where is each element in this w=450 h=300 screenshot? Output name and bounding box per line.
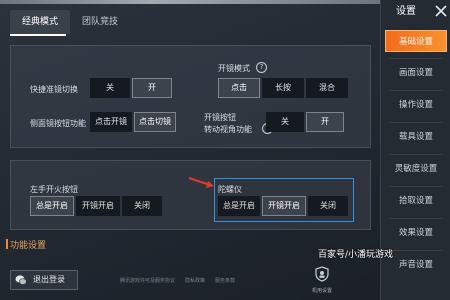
scope-mode-hold-button[interactable]: 长按	[262, 78, 304, 98]
sidebar-item-sensitivity[interactable]: 灵敏度设置	[385, 158, 447, 180]
device-settings-button[interactable]: 机用设置	[309, 266, 335, 294]
shield-icon	[315, 266, 329, 282]
device-settings-label: 机用设置	[311, 288, 332, 294]
active-tab-indicator	[10, 34, 66, 36]
gyro-off-button[interactable]: 关闭	[308, 196, 348, 216]
left-fire-always-button[interactable]: 总是开启	[30, 196, 74, 216]
sidebar-item-controls[interactable]: 操作设置	[385, 94, 447, 116]
left-fire-off-button[interactable]: 关闭	[122, 196, 162, 216]
terms-link[interactable]: 腾讯游戏许可及服务协议	[120, 277, 175, 284]
mode-tabs: 经典模式 团队竞技	[10, 10, 130, 34]
sidebar-divider	[389, 58, 443, 59]
watermark-text: 百家号/小潘玩游戏	[318, 250, 394, 260]
gyro-selector: 总是开启 开镜开启 关闭	[218, 196, 348, 216]
scope-turn-toggle: 关 开	[266, 112, 344, 132]
top-divider	[0, 0, 380, 4]
scope-mode-mixed-button[interactable]: 混合	[306, 78, 348, 98]
sidebar-item-pickup[interactable]: 拾取设置	[385, 190, 447, 212]
tab-classic-mode[interactable]: 经典模式	[10, 10, 71, 34]
sidebar-item-sound[interactable]: 声音设置	[385, 254, 447, 276]
scope-mode-selector: 点击 长按 混合	[218, 78, 348, 98]
sidebar-item-effects[interactable]: 效果设置	[385, 222, 447, 244]
privacy-link[interactable]: 隐私政策	[185, 277, 205, 284]
sidebar-divider	[389, 186, 443, 187]
scope-turn-label-line1: 开镜按钮	[204, 113, 236, 122]
service-terms-link[interactable]: 服务条款	[215, 277, 235, 284]
quick-scope-on-button[interactable]: 开	[132, 78, 172, 98]
scope-mode-help-icon[interactable]: ?	[256, 62, 267, 73]
sidebar-divider	[389, 90, 443, 91]
quick-scope-off-button[interactable]: 关	[90, 78, 130, 98]
gyro-label: 陀螺仪	[218, 185, 242, 194]
side-scope-label: 侧面镜按钮功能	[30, 119, 86, 128]
gyro-always-button[interactable]: 总是开启	[218, 196, 260, 216]
sidebar-divider	[389, 154, 443, 155]
tab-team-deathmatch[interactable]: 团队竞技	[70, 10, 130, 34]
section-marker	[6, 239, 8, 249]
left-fire-selector: 总是开启 开镜开启 关闭	[30, 196, 162, 216]
scope-mode-label: 开镜模式	[218, 64, 250, 73]
close-icon[interactable]	[433, 3, 449, 19]
scope-turn-off-button[interactable]: 关	[266, 112, 304, 132]
scope-mode-click-button[interactable]: 点击	[218, 78, 260, 98]
sidebar-divider	[389, 218, 443, 219]
quick-scope-toggle: 关 开	[90, 78, 172, 98]
quick-scope-label: 快捷准镜切换	[30, 85, 78, 94]
sidebar-item-vehicle[interactable]: 载具设置	[385, 126, 447, 148]
left-fire-label: 左手开火按钮	[30, 185, 78, 194]
side-scope-click-switch-button[interactable]: 点击切镜	[134, 112, 176, 132]
sidebar-divider	[389, 122, 443, 123]
function-settings-title: 功能设置	[10, 241, 47, 251]
sidebar-divider	[389, 250, 443, 251]
wechat-icon	[15, 275, 27, 285]
gyro-scope-button[interactable]: 开镜开启	[262, 196, 306, 216]
scope-turn-on-button[interactable]: 开	[306, 112, 344, 132]
sidebar-item-graphics[interactable]: 画面设置	[385, 62, 447, 84]
side-scope-click-open-button[interactable]: 点击开镜	[90, 112, 132, 132]
scope-turn-label-line2: 转动视角功能	[204, 125, 252, 134]
left-fire-scope-button[interactable]: 开镜开启	[76, 196, 120, 216]
side-scope-toggle: 点击开镜 点击切镜	[90, 112, 176, 132]
red-arrow-icon	[188, 177, 214, 188]
footer-links: 腾讯游戏许可及服务协议 隐私政策 服务条款	[120, 277, 235, 284]
sidebar-item-basic[interactable]: 基础设置	[385, 30, 447, 52]
sidebar-title: 设置	[396, 6, 416, 17]
